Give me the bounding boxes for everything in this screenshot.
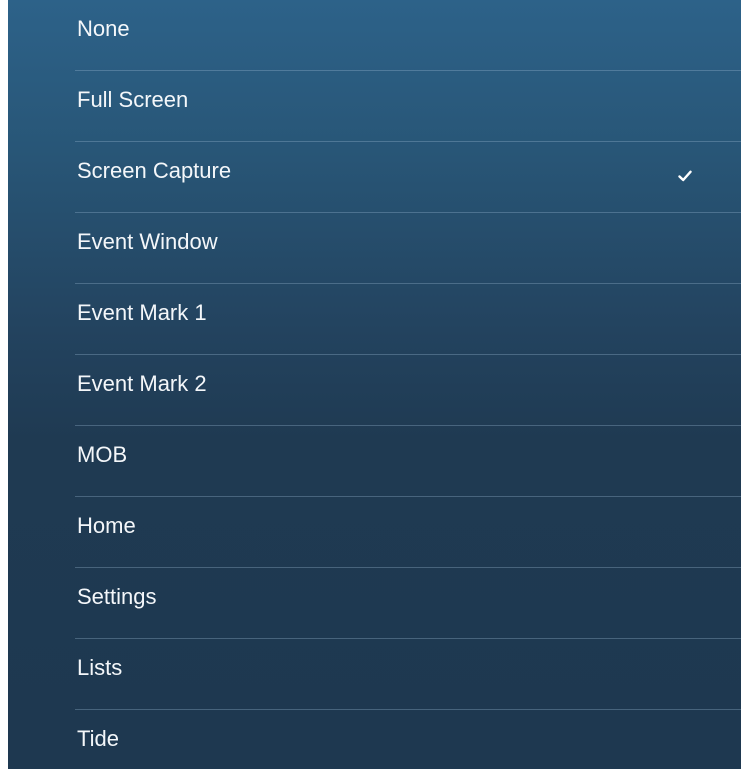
menu-item-lists[interactable]: Lists [8, 639, 741, 710]
checkmark-icon [678, 169, 692, 183]
menu-item-label: Event Window [77, 229, 218, 254]
menu-item-none[interactable]: None [8, 0, 741, 71]
function-assignment-panel: None Full Screen Screen Capture Event Wi… [8, 0, 741, 769]
menu-item-settings[interactable]: Settings [8, 568, 741, 639]
menu-item-label: Lists [77, 655, 123, 680]
menu-item-label: Settings [77, 584, 157, 609]
menu-item-event-window[interactable]: Event Window [8, 213, 741, 284]
menu-item-mob[interactable]: MOB [8, 426, 741, 497]
menu-item-event-mark-1[interactable]: Event Mark 1 [8, 284, 741, 355]
menu-item-label: Event Mark 1 [77, 300, 207, 325]
option-list: None Full Screen Screen Capture Event Wi… [8, 0, 741, 769]
menu-item-event-mark-2[interactable]: Event Mark 2 [8, 355, 741, 426]
menu-item-screen-capture[interactable]: Screen Capture [8, 142, 741, 213]
menu-item-label: Full Screen [77, 87, 189, 112]
menu-item-label: Screen Capture [77, 158, 232, 183]
menu-item-label: Event Mark 2 [77, 371, 207, 396]
menu-item-home[interactable]: Home [8, 497, 741, 568]
menu-item-tide[interactable]: Tide [8, 710, 741, 769]
menu-item-full-screen[interactable]: Full Screen [8, 71, 741, 142]
menu-item-label: Home [77, 513, 136, 538]
menu-item-label: MOB [77, 442, 128, 467]
menu-item-label: Tide [77, 726, 119, 751]
menu-item-label: None [77, 16, 130, 41]
